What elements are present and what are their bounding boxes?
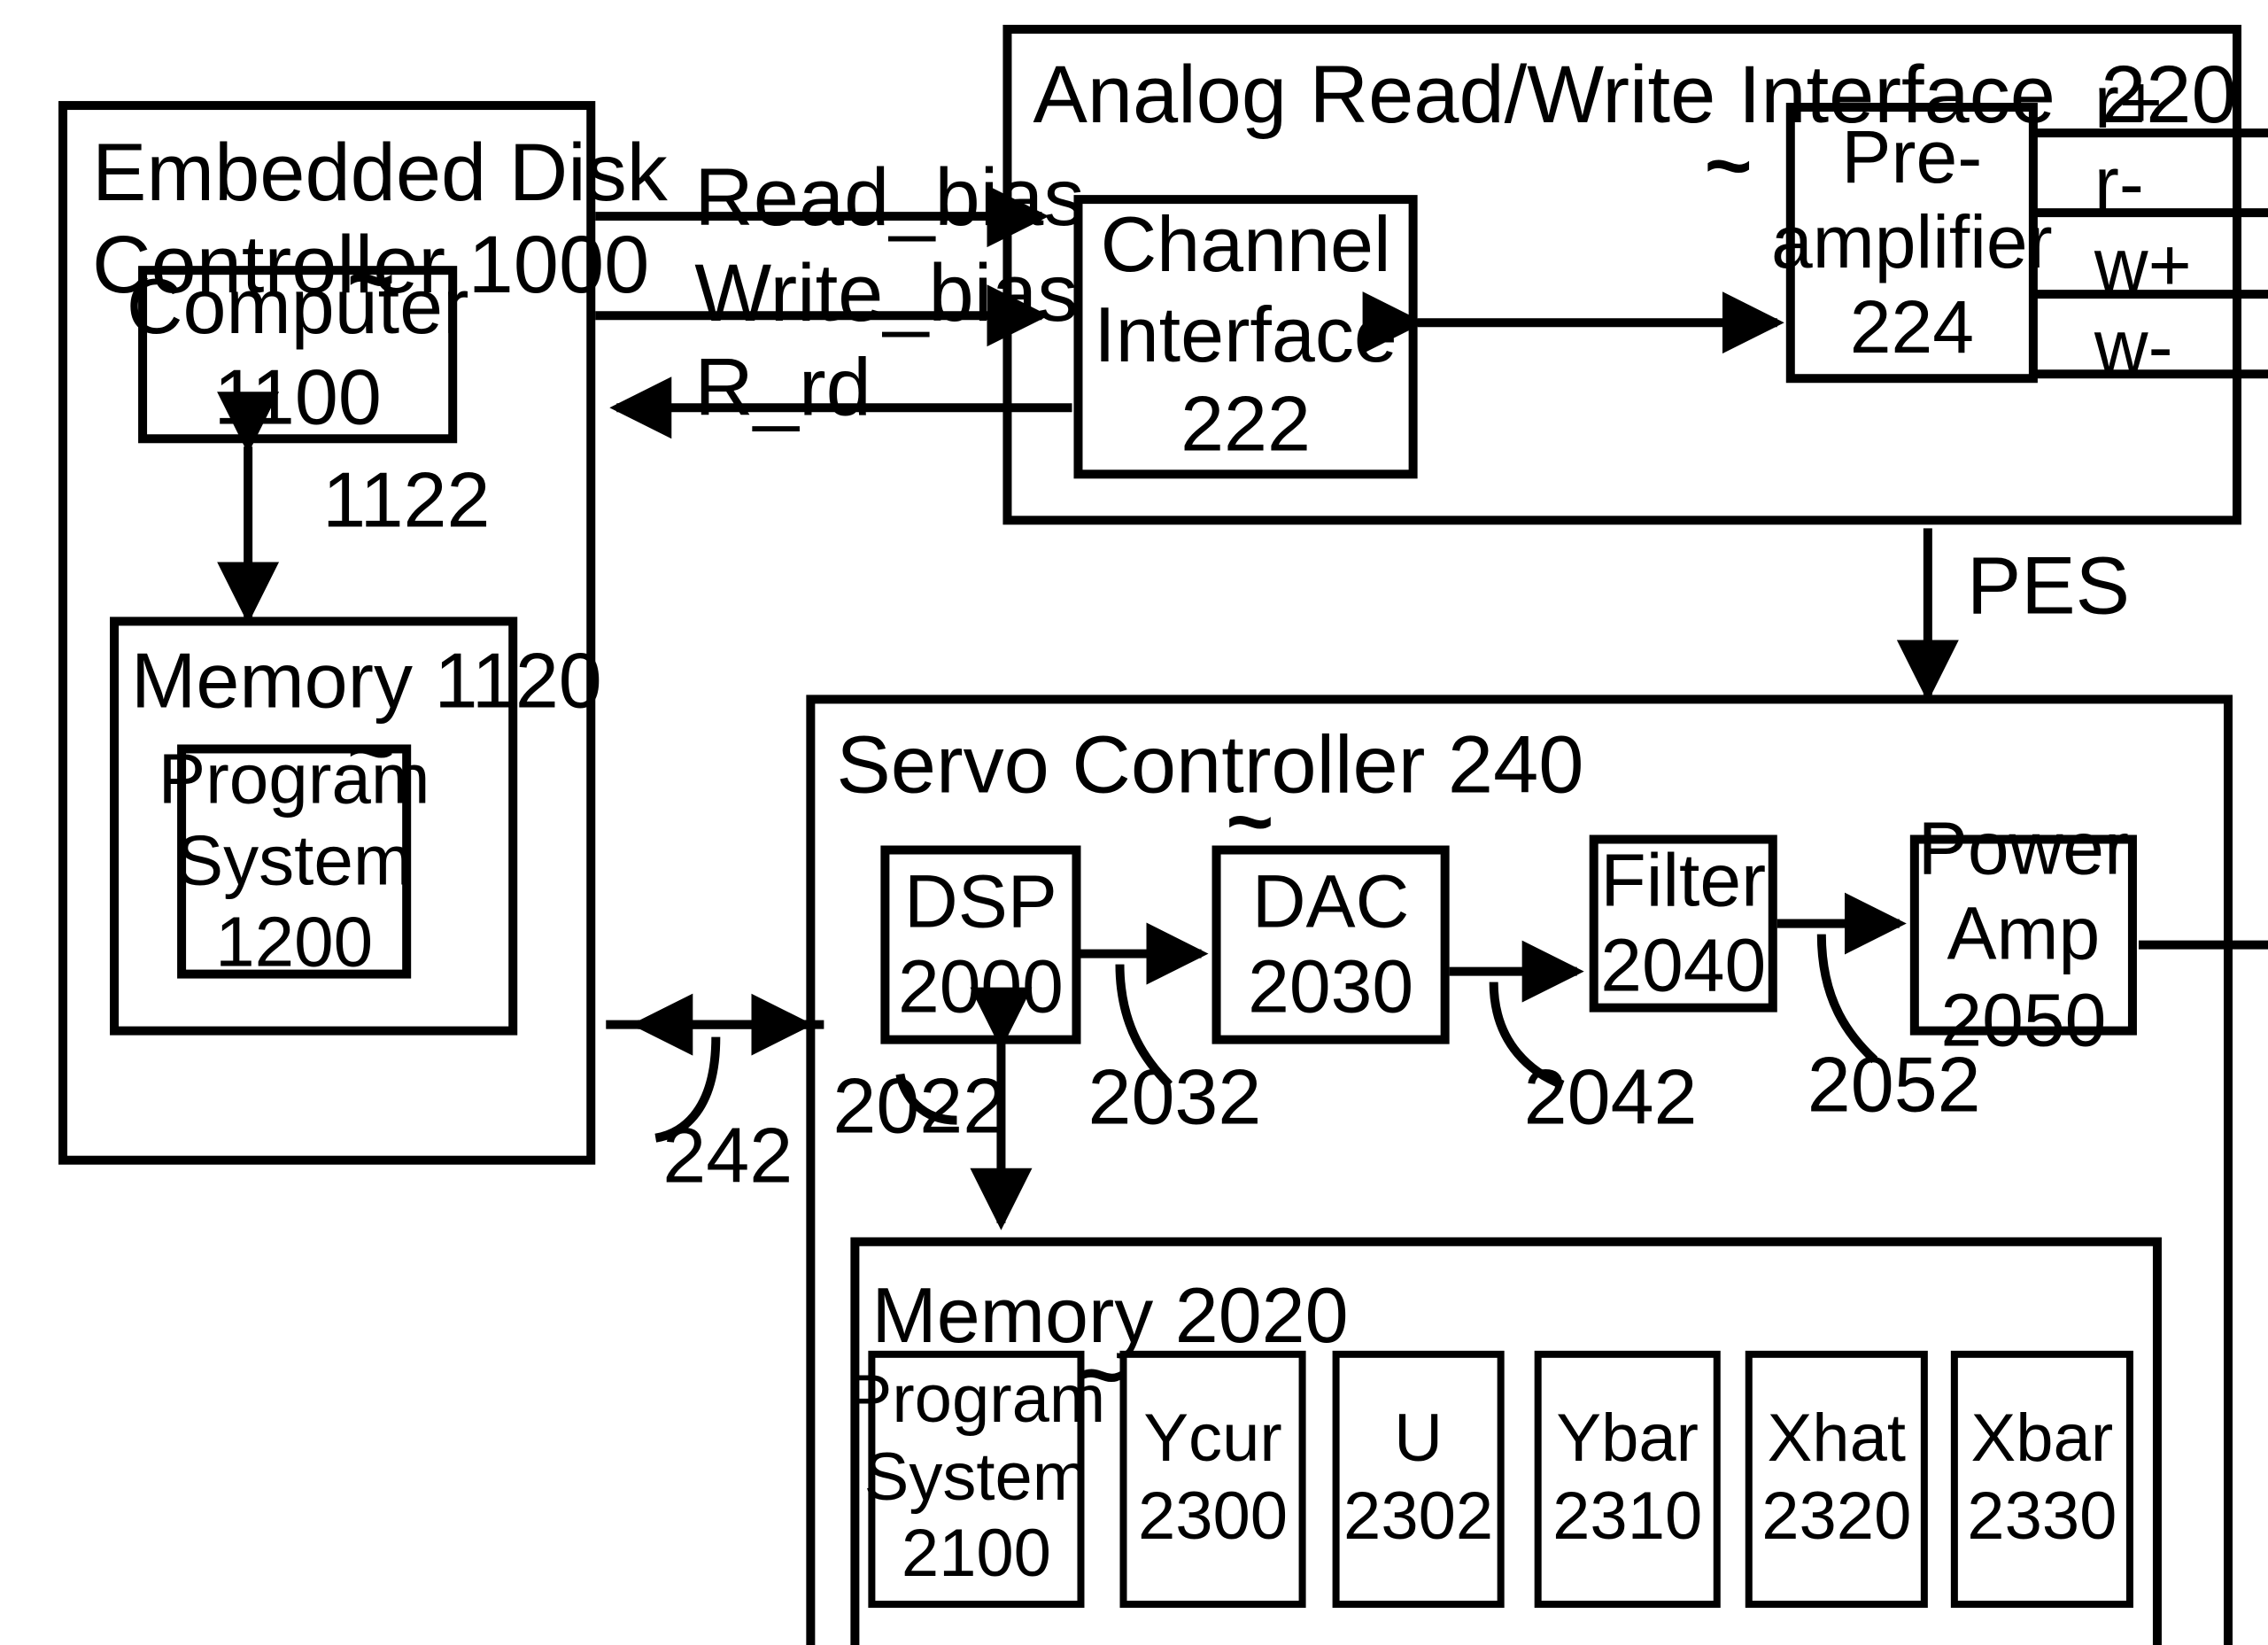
tilde-220: ~ — [1704, 119, 1753, 212]
ref-2042: 2042 — [1523, 1054, 1698, 1142]
signal-pes-label: PES — [1966, 539, 2131, 632]
memory-cell-label: U 2302 — [1343, 1401, 1494, 1554]
ref-2022: 2022 — [832, 1063, 1007, 1151]
signal-w-minus-label: w- — [2094, 305, 2173, 389]
program-system-1200-label: Program System 1200 — [158, 741, 430, 982]
signal-r-rd-label: R_rd — [694, 340, 871, 433]
patent-figure: Embedded Disk Controller 1000 ~ Computer… — [0, 0, 2268, 1645]
signal-r-plus-label: r+ — [2094, 60, 2163, 144]
signal-w-plus-label: w+ — [2094, 223, 2192, 307]
ref-2052: 2052 — [1807, 1042, 1981, 1129]
tilde-240: ~ — [1226, 774, 1274, 867]
filter-label: Filter 2040 — [1600, 837, 1767, 1007]
power-amp-label: Power Amp 2050 — [1917, 806, 2130, 1061]
preamplifier-label: Pre- amplifier 224 — [1771, 114, 2053, 369]
dac-label: DAC 2030 — [1248, 858, 1414, 1028]
memory-cell-label: Ybar 2310 — [1552, 1401, 1703, 1554]
ref-1122: 1122 — [322, 457, 491, 545]
memory-cell-label: Ycur 2300 — [1137, 1401, 1289, 1554]
servo-controller-label: Servo Controller 240 — [836, 718, 1584, 811]
memory-cell-label: Xbar 2330 — [1967, 1401, 2117, 1554]
signal-r-minus-label: r- — [2094, 142, 2144, 226]
analog-readwrite-interface-label: Analog Read/Write Interface 220 — [1033, 48, 2237, 141]
dsp-label: DSP 2000 — [897, 858, 1064, 1028]
memory-cell-label: Xhat 2320 — [1761, 1401, 1912, 1554]
channel-interface-label: Channel Interface 222 — [1094, 202, 1397, 469]
computer-label: Computer 1100 — [126, 264, 469, 442]
ref-242: 242 — [662, 1113, 793, 1200]
memory-cell-label: Program System 2100 — [847, 1362, 1106, 1593]
ref-2032: 2032 — [1088, 1054, 1262, 1142]
